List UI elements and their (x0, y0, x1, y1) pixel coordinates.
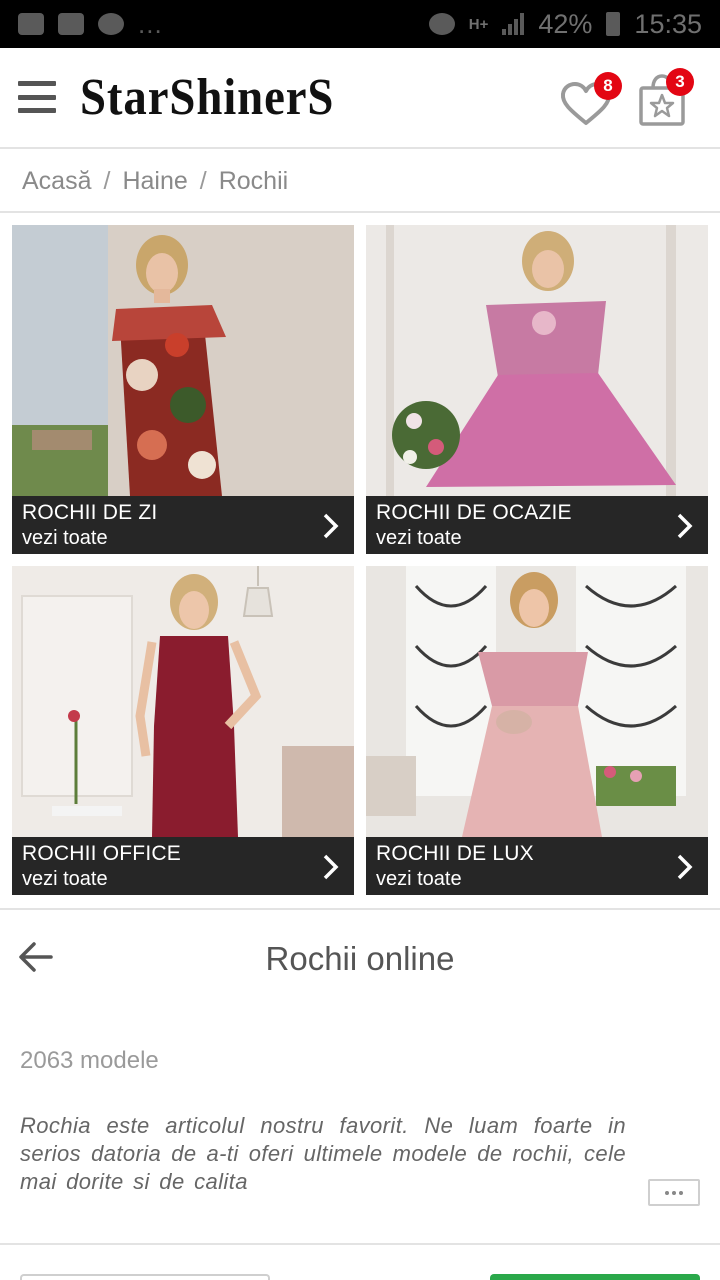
category-link[interactable]: vezi toate (22, 526, 344, 550)
page-title: Rochii online (265, 940, 455, 977)
category-link[interactable]: vezi toate (376, 867, 698, 891)
site-header: StarShinerS 8 3 (0, 48, 720, 149)
filter-button[interactable] (20, 1274, 270, 1280)
category-title: ROCHII DE LUX (376, 842, 534, 865)
category-title: ROCHII DE OCAZIE (376, 501, 572, 524)
breadcrumb-home[interactable]: Acasă (22, 167, 91, 196)
category-photo (12, 225, 354, 496)
sort-button[interactable] (490, 1274, 700, 1280)
category-description: Rochia este articolul nostru favorit. Ne… (20, 1113, 626, 1194)
category-photo (366, 566, 708, 837)
category-link[interactable]: vezi toate (376, 526, 698, 550)
messenger-icon (98, 13, 124, 35)
category-caption: ROCHII OFFICE vezi toate (12, 837, 354, 895)
category-link[interactable]: vezi toate (22, 867, 344, 891)
wishlist-button[interactable]: 8 (560, 72, 622, 130)
more-dots-icon (665, 1190, 669, 1195)
alarm-icon (428, 13, 455, 35)
category-caption: ROCHII DE OCAZIE vezi toate (366, 496, 708, 554)
model-count: 2063 modele (20, 1047, 159, 1074)
chevron-right-icon (677, 854, 693, 880)
wishlist-count-badge: 8 (594, 72, 622, 100)
bottom-divider (0, 1243, 720, 1245)
more-notifications-indicator: ... (138, 8, 163, 39)
breadcrumb-separator: / (103, 166, 111, 195)
breadcrumb-haine[interactable]: Haine (122, 167, 187, 196)
section-divider (0, 908, 720, 910)
breadcrumb-rochii[interactable]: Rochii (219, 167, 288, 196)
signal-icon (502, 13, 525, 35)
breadcrumb-separator: / (199, 166, 207, 195)
chevron-right-icon (323, 854, 339, 880)
menu-icon[interactable] (18, 81, 56, 113)
category-card-rochii-de-zi[interactable]: ROCHII DE ZI vezi toate (12, 225, 354, 554)
clock: 15:35 (634, 8, 702, 39)
breadcrumb: Acasă / Haine / Rochii (0, 151, 720, 213)
chevron-right-icon (677, 513, 693, 539)
category-card-rochii-de-lux[interactable]: ROCHII DE LUX vezi toate (366, 566, 708, 895)
category-title: ROCHII OFFICE (22, 842, 181, 865)
status-bar: ... H+ 42% 15:35 (0, 0, 720, 48)
category-caption: ROCHII DE LUX vezi toate (366, 837, 708, 895)
status-system: H+ 42% 15:35 (428, 8, 702, 40)
category-card-rochii-de-ocazie[interactable]: ROCHII DE OCAZIE vezi toate (366, 225, 708, 554)
category-caption: ROCHII DE ZI vezi toate (12, 496, 354, 554)
category-grid: ROCHII DE ZI vezi toate ROCHII DE OCAZIE… (12, 225, 708, 895)
network-type: H+ (468, 15, 489, 33)
battery-icon (606, 12, 621, 36)
read-more-button[interactable] (648, 1179, 700, 1206)
category-photo (12, 566, 354, 837)
status-notifications: ... (18, 9, 163, 40)
category-photo (366, 225, 708, 496)
chevron-right-icon (323, 513, 339, 539)
youtube-icon (58, 13, 84, 35)
logo[interactable]: StarShinerS (80, 72, 334, 124)
category-title: ROCHII DE ZI (22, 501, 158, 524)
cart-count-badge: 3 (666, 68, 694, 96)
gallery-icon (18, 13, 44, 35)
cart-button[interactable]: 3 (636, 66, 696, 130)
battery-percent: 42% (538, 8, 593, 39)
category-card-rochii-office[interactable]: ROCHII OFFICE vezi toate (12, 566, 354, 895)
